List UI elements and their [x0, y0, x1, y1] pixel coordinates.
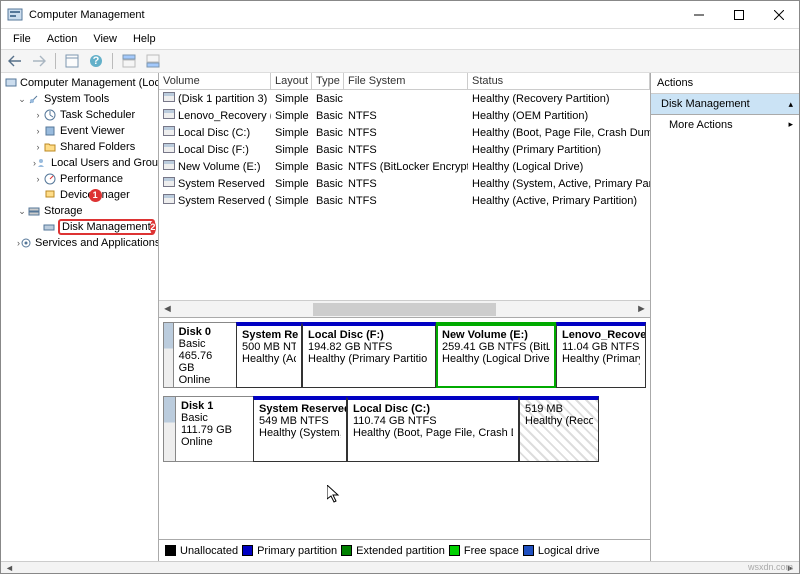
properties-icon[interactable] — [62, 51, 82, 71]
view-bottom-icon[interactable] — [143, 51, 163, 71]
disk-row: Disk 0Basic465.76 GBOnlineSystem Re500 M… — [163, 322, 646, 388]
scroll-left-icon[interactable]: ◄ — [1, 562, 18, 573]
partition[interactable]: New Volume (E:)259.41 GB NTFS (BitLockHe… — [436, 322, 556, 388]
volume-row[interactable]: System ReservedSimpleBasicNTFSHealthy (S… — [159, 175, 650, 192]
watermark: wsxdn.com — [748, 562, 793, 572]
users-icon — [36, 156, 48, 170]
volume-row[interactable]: New Volume (E:)SimpleBasicNTFS (BitLocke… — [159, 158, 650, 175]
disk-graphical-view[interactable]: Disk 0Basic465.76 GBOnlineSystem Re500 M… — [159, 318, 650, 539]
partition[interactable]: Lenovo_Recovery11.04 GB NTFSHealthy (Pri… — [556, 322, 646, 388]
disk-icon — [43, 220, 55, 234]
disk-row: Disk 1Basic111.79 GBOnlineSystem Reserve… — [163, 396, 646, 462]
col-volume[interactable]: Volume — [159, 73, 271, 89]
tree-services-apps[interactable]: ›Services and Applications — [3, 235, 156, 251]
actions-pane: Actions Disk Management More Actions — [651, 73, 799, 561]
tree-local-users[interactable]: ›Local Users and Groups — [3, 155, 156, 171]
partition[interactable]: 519 MBHealthy (Recovery — [519, 396, 599, 462]
storage-icon — [27, 204, 41, 218]
tree-disk-management[interactable]: Disk Management2 — [3, 219, 156, 235]
scroll-left-icon[interactable]: ◄ — [159, 303, 176, 315]
help-icon[interactable]: ? — [86, 51, 106, 71]
app-icon — [7, 7, 23, 23]
partition[interactable]: System Re500 MB NTIHealthy (Ac — [236, 322, 302, 388]
device-icon — [43, 188, 57, 202]
actions-selected[interactable]: Disk Management — [651, 94, 799, 115]
volume-row[interactable]: Local Disc (C:)SimpleBasicNTFSHealthy (B… — [159, 124, 650, 141]
window-title: Computer Management — [29, 9, 145, 21]
volume-icon — [163, 109, 175, 119]
disk-icon — [163, 396, 175, 462]
services-icon — [20, 236, 32, 250]
tools-icon — [27, 92, 41, 106]
volume-icon — [163, 126, 175, 136]
event-icon — [43, 124, 57, 138]
tree-task-scheduler[interactable]: ›Task Scheduler — [3, 107, 156, 123]
tree-hscrollbar[interactable]: ◄ ► — [1, 561, 799, 573]
tree-device-manager[interactable]: Device 1nager — [3, 187, 156, 203]
col-filesystem[interactable]: File System — [344, 73, 468, 89]
folder-icon — [43, 140, 57, 154]
menu-file[interactable]: File — [5, 31, 39, 47]
volume-icon — [163, 177, 175, 187]
annotation-badge-1: 1 — [89, 189, 102, 202]
volume-icon — [163, 143, 175, 153]
volume-icon — [163, 160, 175, 170]
swatch-free — [449, 545, 460, 556]
disk-info[interactable]: Disk 1Basic111.79 GBOnline — [175, 396, 253, 462]
volume-row[interactable]: System Reserved (D:)SimpleBasicNTFSHealt… — [159, 192, 650, 209]
toolbar: ? — [1, 49, 799, 73]
volume-row[interactable]: (Disk 1 partition 3)SimpleBasicHealthy (… — [159, 90, 650, 107]
menu-bar: File Action View Help — [1, 29, 799, 49]
minimize-button[interactable] — [679, 1, 719, 29]
tree-root[interactable]: Computer Management (Local — [3, 75, 156, 91]
volume-list[interactable]: Volume Layout Type File System Status (D… — [159, 73, 650, 318]
volume-row[interactable]: Local Disc (F:)SimpleBasicNTFSHealthy (P… — [159, 141, 650, 158]
svg-text:?: ? — [93, 55, 100, 67]
tree-event-viewer[interactable]: ›Event Viewer — [3, 123, 156, 139]
partition[interactable]: Local Disc (C:)110.74 GB NTFSHealthy (Bo… — [347, 396, 519, 462]
title-bar: Computer Management — [1, 1, 799, 29]
scroll-right-icon[interactable]: ► — [633, 303, 650, 315]
partition[interactable]: System Reserved549 MB NTFSHealthy (Syste… — [253, 396, 347, 462]
tree-system-tools[interactable]: ⌄System Tools — [3, 91, 156, 107]
perf-icon — [43, 172, 57, 186]
computer-icon — [5, 76, 17, 90]
swatch-unallocated — [165, 545, 176, 556]
tree-performance[interactable]: ›Performance — [3, 171, 156, 187]
swatch-logical — [523, 545, 534, 556]
disk-info[interactable]: Disk 0Basic465.76 GBOnline — [173, 322, 236, 388]
volume-header: Volume Layout Type File System Status — [159, 73, 650, 90]
list-hscrollbar[interactable]: ◄ ► — [159, 300, 650, 317]
tree-shared-folders[interactable]: ›Shared Folders — [3, 139, 156, 155]
volume-icon — [163, 92, 175, 102]
col-layout[interactable]: Layout — [271, 73, 312, 89]
scrollbar-thumb[interactable] — [313, 303, 496, 316]
maximize-button[interactable] — [719, 1, 759, 29]
disk-icon — [163, 322, 173, 388]
menu-help[interactable]: Help — [125, 31, 164, 47]
nav-tree[interactable]: Computer Management (Local ⌄System Tools… — [1, 73, 159, 561]
actions-header: Actions — [651, 73, 799, 94]
menu-action[interactable]: Action — [39, 31, 86, 47]
tree-storage[interactable]: ⌄Storage — [3, 203, 156, 219]
view-top-icon[interactable] — [119, 51, 139, 71]
back-button[interactable] — [5, 51, 25, 71]
partition[interactable]: Local Disc (F:)194.82 GB NTFSHealthy (Pr… — [302, 322, 436, 388]
volume-row[interactable]: Lenovo_Recovery (G:)SimpleBasicNTFSHealt… — [159, 107, 650, 124]
more-actions[interactable]: More Actions — [651, 115, 799, 135]
col-status[interactable]: Status — [468, 73, 650, 89]
clock-icon — [43, 108, 57, 122]
legend: Unallocated Primary partition Extended p… — [159, 539, 650, 561]
forward-button[interactable] — [29, 51, 49, 71]
swatch-primary — [242, 545, 253, 556]
swatch-extended — [341, 545, 352, 556]
col-type[interactable]: Type — [312, 73, 344, 89]
close-button[interactable] — [759, 1, 799, 29]
annotation-badge-2: 2 — [150, 221, 156, 234]
menu-view[interactable]: View — [85, 31, 125, 47]
volume-icon — [163, 194, 175, 204]
